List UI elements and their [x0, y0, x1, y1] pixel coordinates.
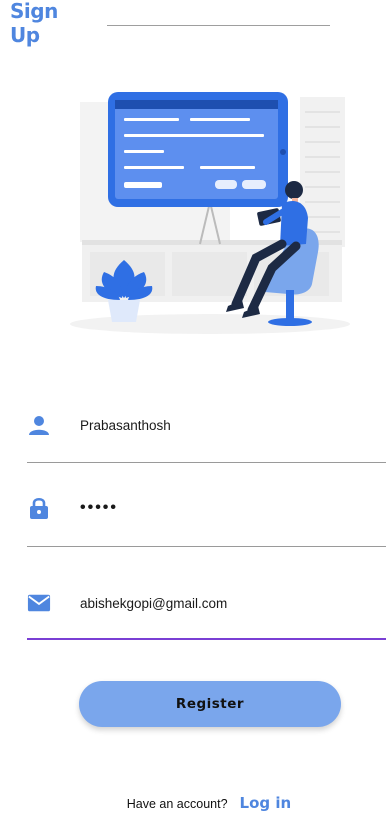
email-field[interactable]: abishekgopi@gmail.com	[27, 583, 385, 623]
password-underline	[27, 546, 386, 547]
username-underline	[27, 462, 386, 463]
header: Sign Up	[10, 0, 330, 47]
password-value: •••••	[80, 499, 119, 516]
signup-screen: Sign Up Prabasanthosh ••••• abishekgopi@…	[0, 0, 386, 816]
have-account-text: Have an account?	[126, 797, 228, 811]
password-field[interactable]: •••••	[27, 488, 385, 528]
mail-icon	[27, 591, 51, 615]
username-field[interactable]: Prabasanthosh	[27, 405, 385, 445]
email-value: abishekgopi@gmail.com	[80, 595, 228, 611]
login-link[interactable]: Log in	[240, 794, 292, 812]
username-value: Prabasanthosh	[80, 417, 171, 433]
login-prompt: Have an account? Log in	[0, 794, 386, 812]
email-underline-active	[27, 638, 386, 640]
signup-illustration	[70, 92, 350, 334]
register-button[interactable]: Register	[79, 681, 341, 727]
title-underline	[107, 24, 330, 26]
page-title: Sign Up	[10, 0, 58, 47]
person-icon	[27, 413, 51, 437]
lock-icon	[27, 496, 51, 520]
